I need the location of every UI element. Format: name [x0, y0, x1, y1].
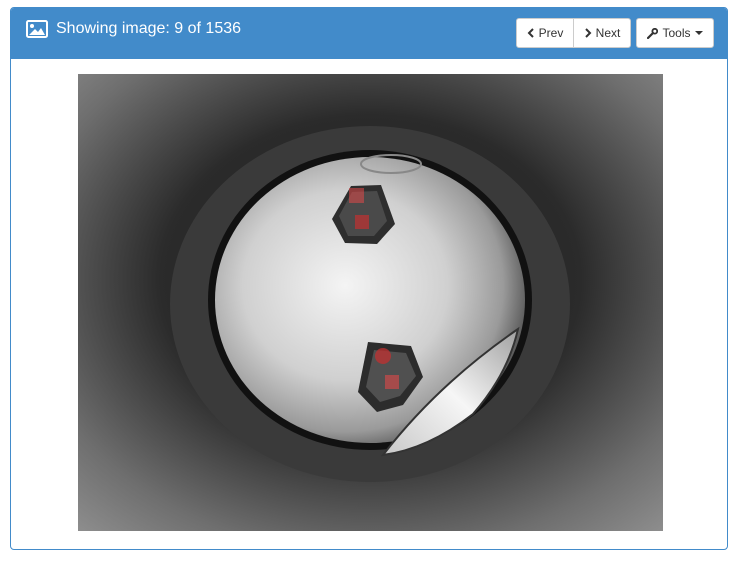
panel-header: Showing image: 9 of 1536 Prev Next Tools — [11, 8, 727, 59]
image-viewer-panel: Showing image: 9 of 1536 Prev Next Tools — [10, 7, 728, 550]
marker-square — [349, 188, 364, 203]
panel-title: Showing image: 9 of 1536 — [26, 18, 241, 40]
marker-square — [385, 375, 399, 389]
marker-square — [355, 215, 369, 229]
image-icon — [26, 20, 48, 38]
microscope-image — [78, 74, 663, 531]
prev-button[interactable]: Prev — [516, 18, 574, 48]
chevron-left-icon — [527, 28, 534, 38]
caret-down-icon — [694, 31, 703, 35]
next-label: Next — [595, 26, 621, 40]
prev-label: Prev — [538, 26, 564, 40]
tools-dropdown-button[interactable]: Tools — [636, 18, 714, 48]
tools-label: Tools — [662, 26, 691, 40]
page-title: Showing image: 9 of 1536 — [56, 20, 242, 37]
marker-circle — [375, 348, 391, 364]
next-button[interactable]: Next — [573, 18, 631, 48]
chevron-right-icon — [584, 28, 592, 38]
wrench-icon — [647, 27, 659, 39]
